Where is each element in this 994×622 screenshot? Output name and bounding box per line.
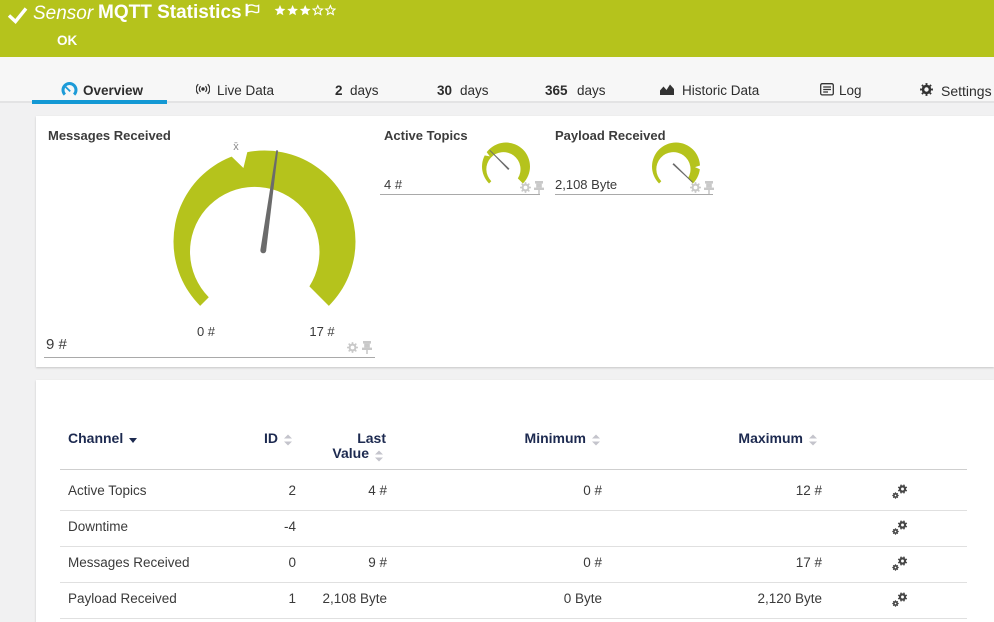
svg-text:x̄: x̄ xyxy=(233,141,239,153)
